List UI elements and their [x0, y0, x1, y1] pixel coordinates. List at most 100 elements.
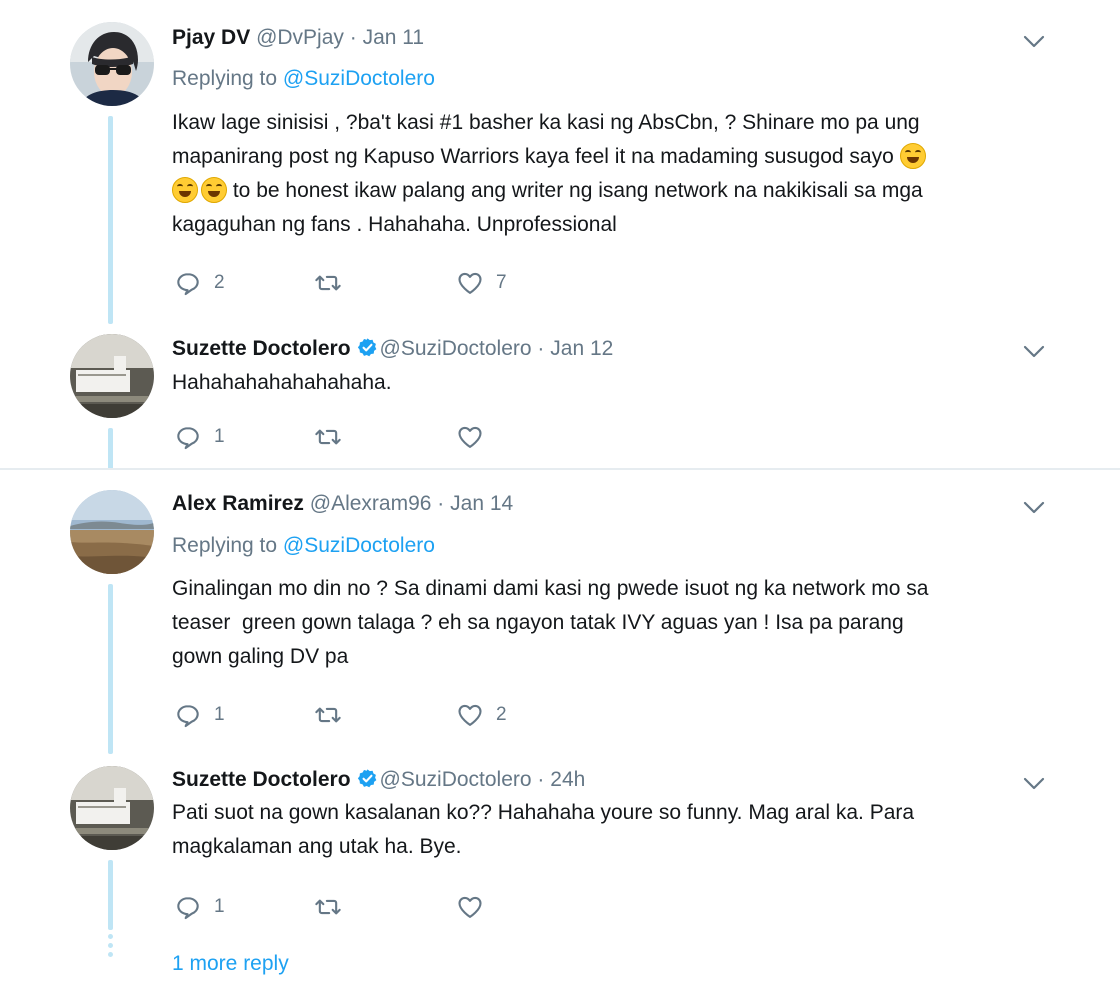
timestamp[interactable]: 24h: [550, 768, 585, 791]
chevron-down-icon[interactable]: [1022, 776, 1046, 792]
tweet-actions: 2 7: [172, 268, 592, 298]
retweet-icon: [314, 893, 342, 921]
tweet-header: Alex Ramirez @Alexram96 · Jan 14: [172, 492, 513, 516]
mention-link[interactable]: @SuziDoctolero: [283, 534, 435, 557]
tweet-text: Hahahahahahahahaha.: [172, 366, 1072, 400]
replying-to: Replying to @SuziDoctolero: [172, 534, 435, 558]
display-name[interactable]: Suzette Doctolero: [172, 768, 351, 791]
heart-icon: [456, 701, 484, 729]
reply-count: 1: [214, 426, 225, 447]
retweet-icon: [314, 423, 342, 451]
display-name[interactable]: Pjay DV: [172, 26, 250, 49]
tweet-text-fragment: to be honest ikaw palang ang writer ng i…: [232, 179, 923, 202]
heart-icon: [456, 269, 484, 297]
avatar[interactable]: [70, 334, 154, 418]
heart-icon: [456, 423, 484, 451]
tweet-actions: 1: [172, 422, 592, 452]
thread-connector-line: [108, 860, 113, 930]
tweet-header: Pjay DV @DvPjay · Jan 11: [172, 26, 424, 50]
tweet[interactable]: Suzette Doctolero @SuziDoctolero · 24h Pa…: [0, 754, 1120, 994]
thread-connector-line: [108, 116, 113, 324]
reply-thread-2: Alex Ramirez @Alexram96 · Jan 14 Replyin…: [0, 470, 1120, 994]
tweet-text-line: Ikaw lage sinisisi , ?ba't kasi #1 bashe…: [172, 111, 920, 134]
like-button[interactable]: 2: [456, 700, 507, 730]
thread-connector-line: [108, 584, 113, 754]
user-handle[interactable]: @SuziDoctolero: [380, 337, 532, 360]
tweet-text-fragment: mapanirang post ng Kapuso Warriors kaya …: [172, 145, 894, 168]
reply-count: 1: [214, 896, 225, 917]
retweet-button[interactable]: [314, 268, 354, 298]
user-handle[interactable]: @DvPjay: [256, 26, 344, 49]
reply-icon: [174, 269, 202, 297]
chevron-down-icon[interactable]: [1022, 500, 1046, 516]
tweet-actions: 1 2: [172, 700, 592, 730]
tweet-text-line: kagaguhan ng fans . Hahahaha. Unprofessi…: [172, 213, 617, 236]
separator-dot: ·: [537, 337, 545, 360]
retweet-button[interactable]: [314, 892, 354, 922]
tweet-text-line: mapanirang post ng Kapuso Warriors kaya …: [172, 140, 1072, 174]
tweet-text-line: Hahahahahahahahaha.: [172, 371, 392, 394]
reply-button[interactable]: 1: [174, 422, 225, 452]
chevron-down-icon[interactable]: [1022, 344, 1046, 360]
timestamp[interactable]: Jan 11: [363, 26, 425, 49]
replying-to-label: Replying to: [172, 67, 283, 90]
separator-dot: ·: [537, 768, 545, 791]
display-name[interactable]: Alex Ramirez: [172, 492, 304, 515]
display-name[interactable]: Suzette Doctolero: [172, 337, 351, 360]
thread-collapsed-dots: [108, 934, 113, 961]
heart-icon: [456, 893, 484, 921]
timestamp[interactable]: Jan 14: [450, 492, 513, 515]
tweet-text-line: magkalaman ang utak ha. Bye.: [172, 835, 462, 858]
tweet-text-line: Ginalingan mo din no ? Sa dinami dami ka…: [172, 577, 929, 600]
like-button[interactable]: [456, 892, 496, 922]
timestamp[interactable]: Jan 12: [550, 337, 613, 360]
reply-button[interactable]: 1: [174, 892, 225, 922]
show-more-replies-link[interactable]: 1 more reply: [172, 952, 289, 976]
tweet[interactable]: Pjay DV @DvPjay · Jan 11 Replying to @Su…: [0, 0, 1120, 324]
tweet-text: Ginalingan mo din no ? Sa dinami dami ka…: [172, 572, 1072, 674]
retweet-button[interactable]: [314, 422, 354, 452]
avatar[interactable]: [70, 22, 154, 106]
tweet-text: Pati suot na gown kasalanan ko?? Hahahah…: [172, 796, 1072, 864]
reply-count: 2: [214, 272, 225, 293]
tweet[interactable]: Alex Ramirez @Alexram96 · Jan 14 Replyin…: [0, 470, 1120, 754]
retweet-icon: [314, 701, 342, 729]
reply-icon: [174, 423, 202, 451]
tweet-actions: 1: [172, 892, 592, 922]
user-handle[interactable]: @SuziDoctolero: [380, 768, 532, 791]
face-with-tears-of-joy-emoji: [899, 143, 926, 169]
reply-thread-1: Pjay DV @DvPjay · Jan 11 Replying to @Su…: [0, 0, 1120, 470]
replying-to-label: Replying to: [172, 534, 283, 557]
tweet-header: Suzette Doctolero @SuziDoctolero · Jan 12: [172, 337, 613, 361]
tweet[interactable]: Suzette Doctolero @SuziDoctolero · Jan 12…: [0, 322, 1120, 470]
retweet-button[interactable]: [314, 700, 354, 730]
thread-connector-line: [108, 428, 113, 470]
reply-button[interactable]: 2: [174, 268, 225, 298]
reply-button[interactable]: 1: [174, 700, 225, 730]
tweet-header: Suzette Doctolero @SuziDoctolero · 24h: [172, 768, 585, 792]
tweet-text: Ikaw lage sinisisi , ?ba't kasi #1 bashe…: [172, 106, 1072, 242]
tweet-text-line: gown galing DV pa: [172, 645, 349, 668]
mention-link[interactable]: @SuziDoctolero: [283, 67, 435, 90]
separator-dot: ·: [349, 26, 357, 49]
verified-badge-icon: [357, 768, 378, 789]
chevron-down-icon[interactable]: [1022, 34, 1046, 50]
face-with-tears-of-joy-emoji: [201, 177, 227, 203]
avatar[interactable]: [70, 766, 154, 850]
reply-icon: [174, 701, 202, 729]
replying-to: Replying to @SuziDoctolero: [172, 67, 435, 91]
verified-badge-icon: [357, 337, 378, 358]
separator-dot: ·: [437, 492, 445, 515]
user-handle[interactable]: @Alexram96: [310, 492, 432, 515]
reply-count: 1: [214, 704, 225, 725]
tweet-text-line: teaser green gown talaga ? eh sa ngayon …: [172, 611, 904, 634]
retweet-icon: [314, 269, 342, 297]
tweet-text-line: to be honest ikaw palang ang writer ng i…: [172, 174, 1072, 208]
like-count: 2: [496, 704, 507, 725]
face-with-tears-of-joy-emoji: [172, 177, 198, 203]
avatar[interactable]: [70, 490, 154, 574]
like-button[interactable]: 7: [456, 268, 507, 298]
tweet-text-line: Pati suot na gown kasalanan ko?? Hahahah…: [172, 801, 915, 824]
like-button[interactable]: [456, 422, 496, 452]
reply-icon: [174, 893, 202, 921]
